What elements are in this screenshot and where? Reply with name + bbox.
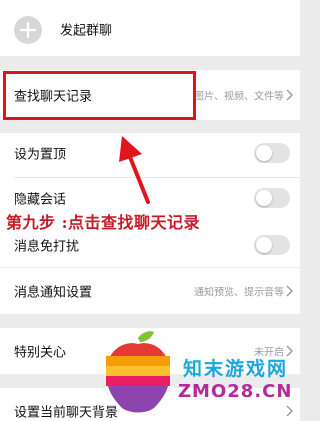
start-group-chat-row[interactable]: 发起群聊	[0, 4, 300, 54]
hide-chat-toggle[interactable]	[254, 188, 290, 208]
group-section: 发起群聊	[0, 0, 300, 56]
notification-settings-label: 消息通知设置	[14, 285, 93, 301]
highlight-box	[3, 71, 196, 120]
step-annotation: 第九步 :点击查找聊天记录	[6, 213, 200, 232]
do-not-disturb-label: 消息免打扰	[14, 239, 80, 255]
chevron-right-icon	[286, 89, 293, 101]
annotation-arrow-icon	[119, 136, 150, 204]
notification-settings-hint: 通知预览、提示音等	[194, 287, 284, 299]
hide-chat-label: 隐藏会话	[14, 192, 67, 208]
watermark-url: ZMO28.CN	[178, 381, 293, 402]
plus-icon	[14, 16, 42, 44]
pin-top-toggle[interactable]	[254, 143, 290, 163]
special-care-label: 特别关心	[14, 345, 67, 361]
notification-section: 消息通知设置 通知预览、提示音等	[0, 268, 300, 314]
chevron-right-icon	[286, 285, 293, 297]
chevron-right-icon	[286, 405, 293, 417]
do-not-disturb-toggle[interactable]	[254, 235, 290, 255]
apple-logo-icon	[106, 331, 170, 413]
pin-top-label: 设为置顶	[14, 147, 67, 163]
search-chat-history-hint: 图片、视频、文件等	[194, 91, 284, 103]
start-group-chat-label: 发起群聊	[60, 23, 113, 39]
watermark-name: 知末游戏网	[183, 358, 289, 380]
notification-settings-row[interactable]: 消息通知设置 通知预览、提示音等	[0, 268, 300, 314]
